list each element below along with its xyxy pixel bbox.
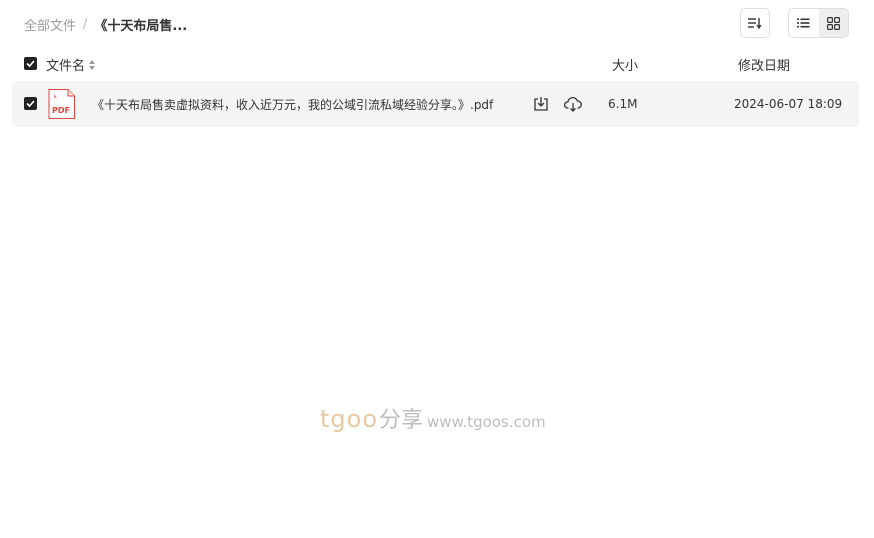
column-name-label: 文件名 (46, 59, 86, 74)
view-toggle (788, 8, 849, 38)
watermark: tgoo 分享 www.tgoos.com (320, 402, 546, 434)
breadcrumb-current-folder: 《十天布局售... (94, 18, 188, 34)
table-row[interactable]: PDF 《十天布局售卖虚拟资料，收入近万元，我的公域引流私域经验分享。》.pdf… (12, 81, 859, 127)
grid-view-icon (826, 16, 840, 30)
row-checkbox[interactable] (24, 97, 37, 110)
column-header-size: 大小 (612, 59, 639, 74)
cloud-save-icon (564, 96, 582, 112)
column-header-date: 修改日期 (738, 59, 791, 74)
pdf-icon: PDF (48, 89, 75, 119)
watermark-cn-text: 分享 (379, 408, 424, 433)
list-view-button[interactable] (789, 9, 819, 37)
download-icon (534, 97, 548, 111)
sort-button[interactable] (740, 8, 770, 38)
select-all-checkbox[interactable] (24, 57, 37, 70)
watermark-url: www.tgoos.com (427, 413, 546, 431)
sort-arrows-icon (89, 59, 96, 70)
list-view-icon (797, 18, 810, 28)
pdf-icon-label: PDF (52, 106, 70, 115)
download-button[interactable] (532, 95, 550, 113)
column-header-name[interactable]: 文件名 (46, 55, 96, 74)
table-header: 文件名 大小 修改日期 (0, 52, 874, 76)
breadcrumb: 全部文件 / 《十天布局售... (24, 14, 187, 34)
file-name-link[interactable]: 《十天布局售卖虚拟资料，收入近万元，我的公域引流私域经验分享。》.pdf (92, 96, 493, 113)
breadcrumb-separator: / (83, 16, 88, 32)
checkmark-icon (26, 60, 35, 67)
save-to-cloud-button[interactable] (564, 95, 582, 113)
file-modified-date: 2024-06-07 18:09 (734, 97, 843, 111)
grid-view-button[interactable] (818, 9, 848, 37)
breadcrumb-root-link[interactable]: 全部文件 (24, 15, 76, 34)
sort-lines-icon (748, 18, 762, 29)
file-size: 6.1M (608, 97, 638, 111)
checkmark-icon (26, 100, 35, 107)
watermark-brand: tgoo (320, 405, 379, 433)
